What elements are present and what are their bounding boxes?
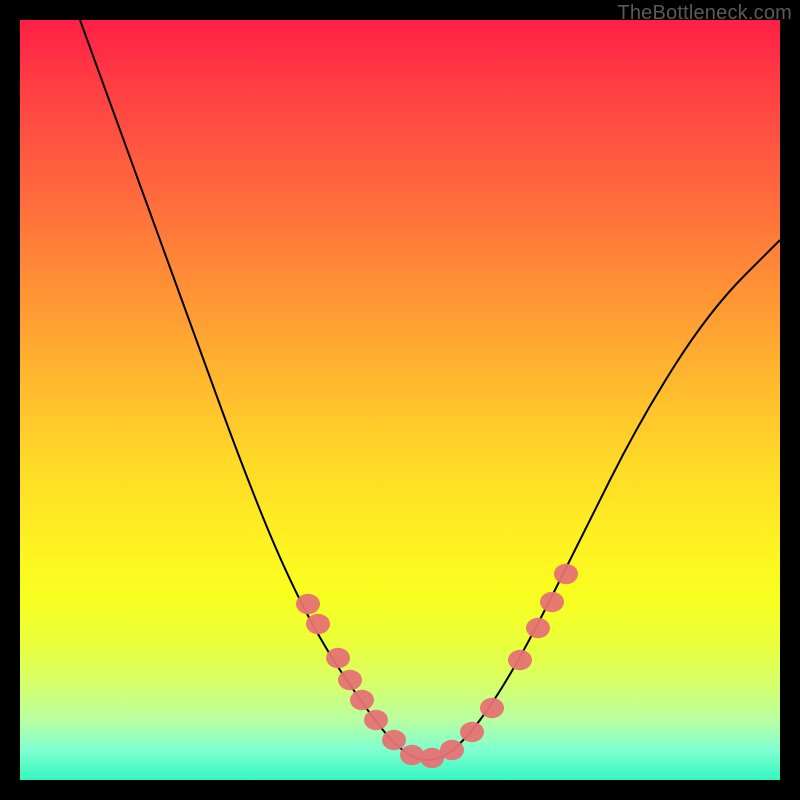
bead-point: [460, 722, 484, 742]
main-curve: [80, 20, 780, 760]
attribution-label: TheBottleneck.com: [617, 2, 792, 25]
bead-point: [296, 594, 320, 614]
bead-point: [306, 614, 330, 634]
bead-point: [508, 650, 532, 670]
bead-point: [326, 648, 350, 668]
beads-group: [296, 564, 578, 768]
bead-point: [480, 698, 504, 718]
bead-point: [382, 730, 406, 750]
bead-point: [350, 690, 374, 710]
bead-point: [400, 745, 424, 765]
bead-point: [554, 564, 578, 584]
bead-point: [526, 618, 550, 638]
chart-svg: [20, 20, 780, 780]
chart-frame: [20, 20, 780, 780]
bead-point: [364, 710, 388, 730]
bead-point: [338, 670, 362, 690]
bead-point: [440, 740, 464, 760]
bead-point: [540, 592, 564, 612]
